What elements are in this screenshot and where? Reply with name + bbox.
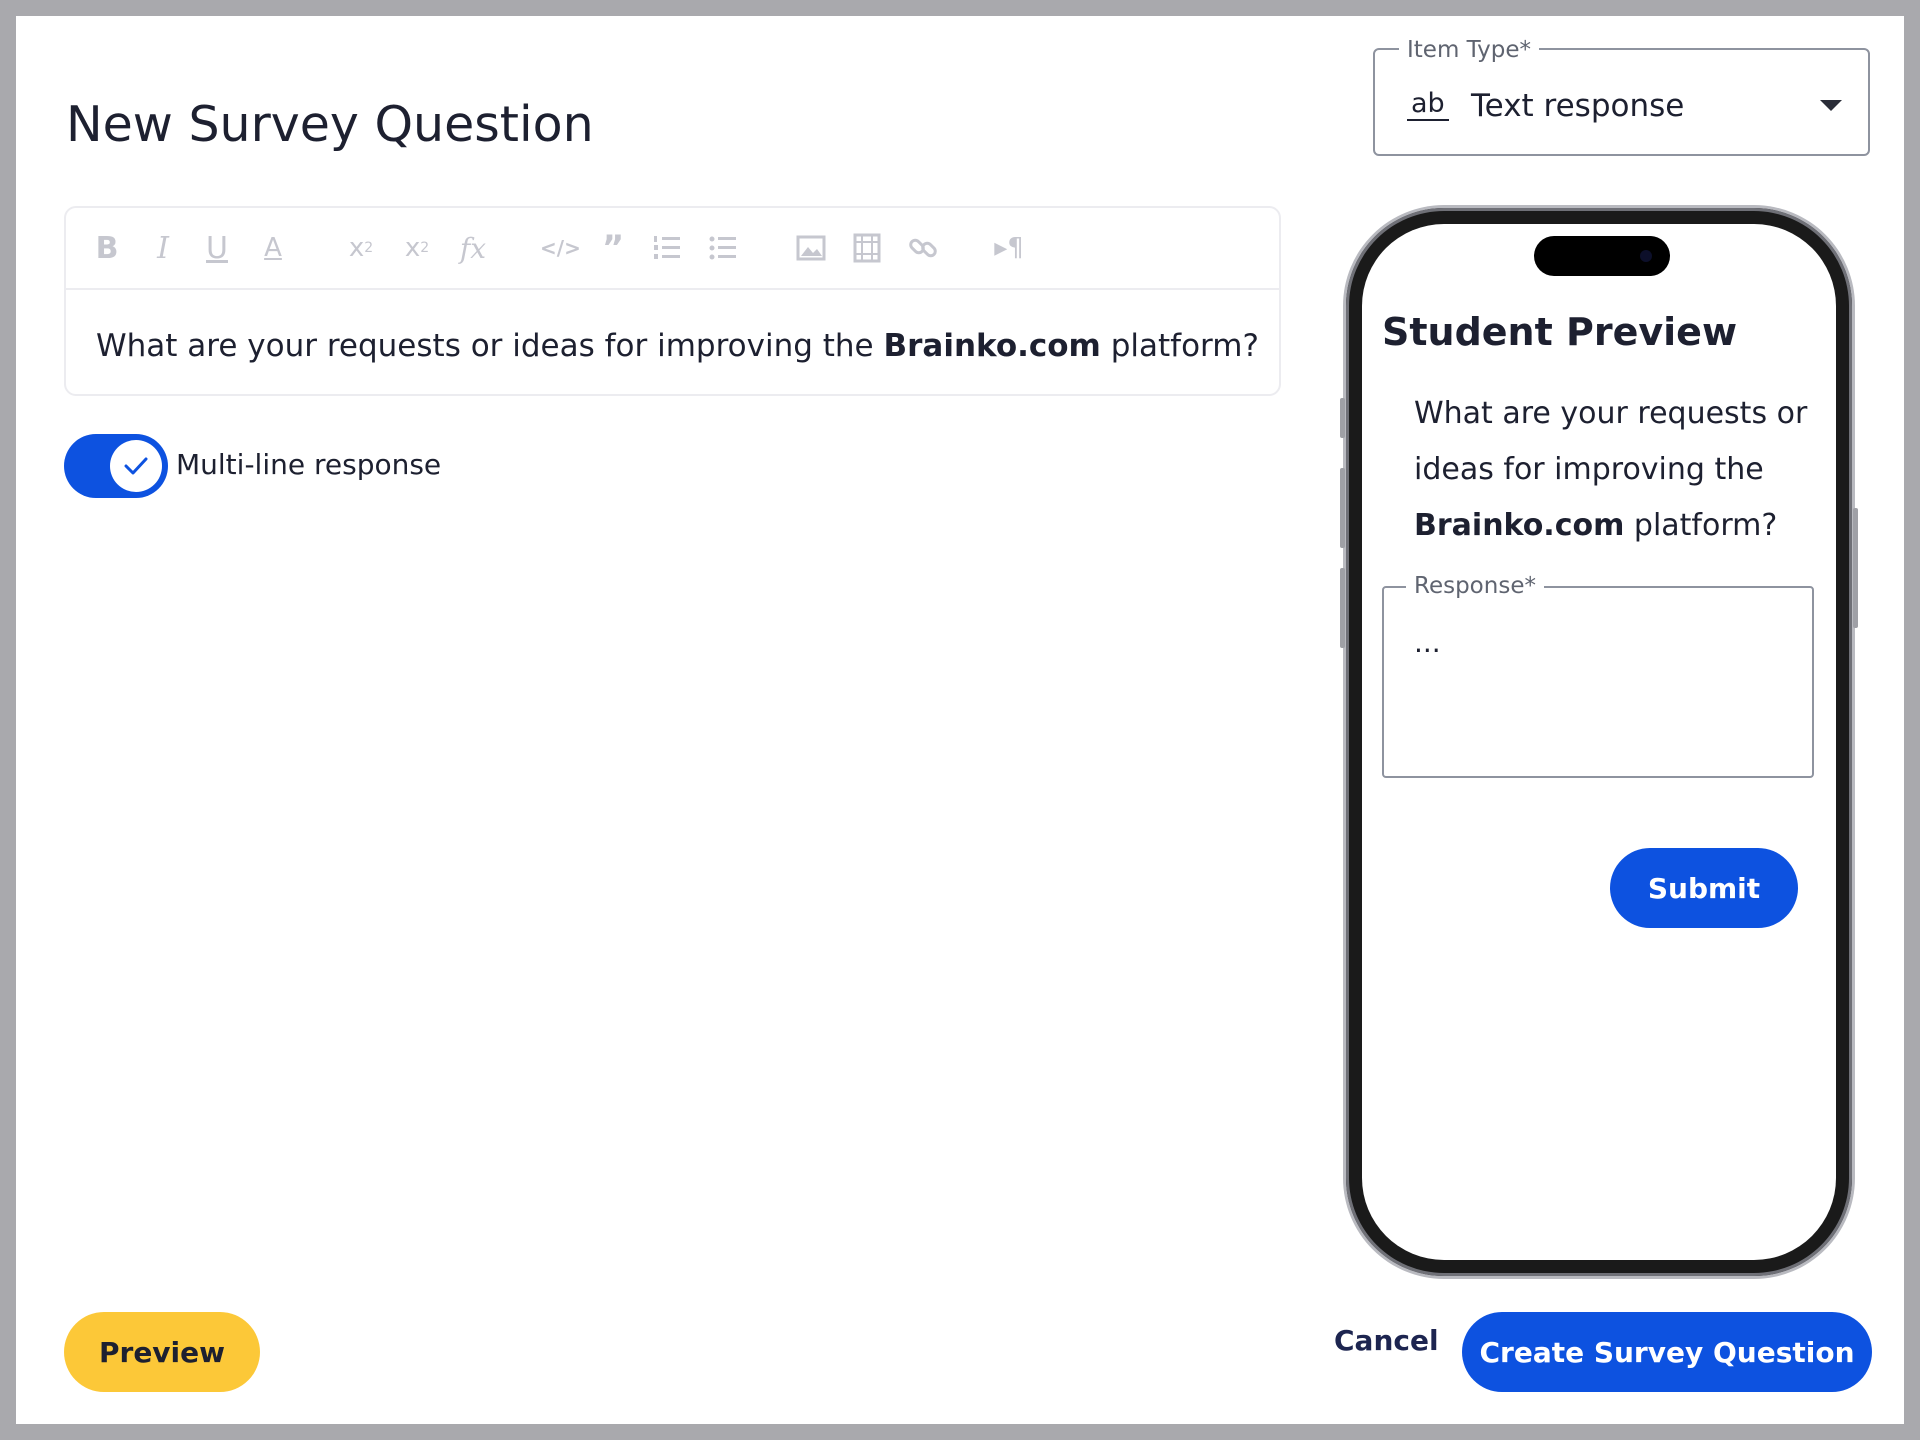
bold-icon[interactable]: B xyxy=(90,228,124,268)
question-text-bold: Brainko.com xyxy=(883,328,1101,364)
item-type-select[interactable]: Item Type* ab Text response xyxy=(1373,37,1870,156)
preview-button[interactable]: Preview xyxy=(64,1312,260,1392)
question-text-before: What are your requests or ideas for impr… xyxy=(96,328,884,364)
text-response-icon: ab xyxy=(1407,90,1449,121)
phone-volume-down-button xyxy=(1340,568,1345,648)
video-icon[interactable] xyxy=(850,228,884,268)
italic-icon[interactable]: I xyxy=(146,228,180,268)
response-label: Response* xyxy=(1406,573,1544,599)
camera-icon xyxy=(1640,250,1652,262)
chevron-down-icon xyxy=(1820,100,1842,111)
response-placeholder: ... xyxy=(1414,626,1441,659)
preview-question-text: What are your requests or ideas for impr… xyxy=(1414,386,1814,554)
toggle-knob xyxy=(110,440,162,492)
phone-power-button xyxy=(1853,508,1858,628)
underline-icon[interactable]: U xyxy=(200,228,234,268)
check-icon xyxy=(124,457,148,475)
text-color-icon[interactable]: A xyxy=(256,228,290,268)
phone-frame: Student Preview What are your requests o… xyxy=(1340,208,1858,1276)
preview-question-before: What are your requests or ideas for impr… xyxy=(1414,396,1808,487)
question-editor: B I U A x2 x2 fx </> ” ▸¶ What are your … xyxy=(64,206,1281,396)
phone-screen: Student Preview What are your requests o… xyxy=(1362,224,1836,1260)
preview-question-bold: Brainko.com xyxy=(1414,508,1625,543)
multiline-toggle-label: Multi-line response xyxy=(176,448,442,481)
image-icon[interactable] xyxy=(794,228,828,268)
preview-question-after: platform? xyxy=(1624,508,1778,543)
create-survey-question-button[interactable]: Create Survey Question xyxy=(1462,1312,1872,1392)
text-direction-icon[interactable]: ▸¶ xyxy=(992,228,1026,268)
submit-button[interactable]: Submit xyxy=(1610,848,1798,928)
question-text[interactable]: What are your requests or ideas for impr… xyxy=(96,328,1259,364)
phone-mute-button xyxy=(1340,398,1345,438)
item-type-label: Item Type* xyxy=(1399,37,1539,63)
student-preview-title: Student Preview xyxy=(1382,310,1738,354)
question-text-after: platform? xyxy=(1100,328,1259,364)
superscript-icon[interactable]: x2 xyxy=(400,228,434,268)
response-field[interactable]: Response* ... xyxy=(1382,573,1814,778)
subscript-icon[interactable]: x2 xyxy=(344,228,378,268)
formula-icon[interactable]: fx xyxy=(456,228,490,268)
link-icon[interactable] xyxy=(906,228,940,268)
dialog: New Survey Question Item Type* ab Text r… xyxy=(16,16,1904,1424)
editor-toolbar: B I U A x2 x2 fx </> ” ▸¶ xyxy=(66,208,1279,290)
bullet-list-icon[interactable] xyxy=(706,228,740,268)
cancel-button[interactable]: Cancel xyxy=(1334,1324,1439,1357)
multiline-toggle[interactable] xyxy=(64,434,168,498)
page-title: New Survey Question xyxy=(66,96,594,153)
phone-volume-up-button xyxy=(1340,468,1345,548)
quote-icon[interactable]: ” xyxy=(596,228,630,268)
item-type-value: Text response xyxy=(1471,88,1685,124)
code-icon[interactable]: </> xyxy=(540,228,581,268)
ordered-list-icon[interactable] xyxy=(650,228,684,268)
dynamic-island xyxy=(1534,236,1670,276)
